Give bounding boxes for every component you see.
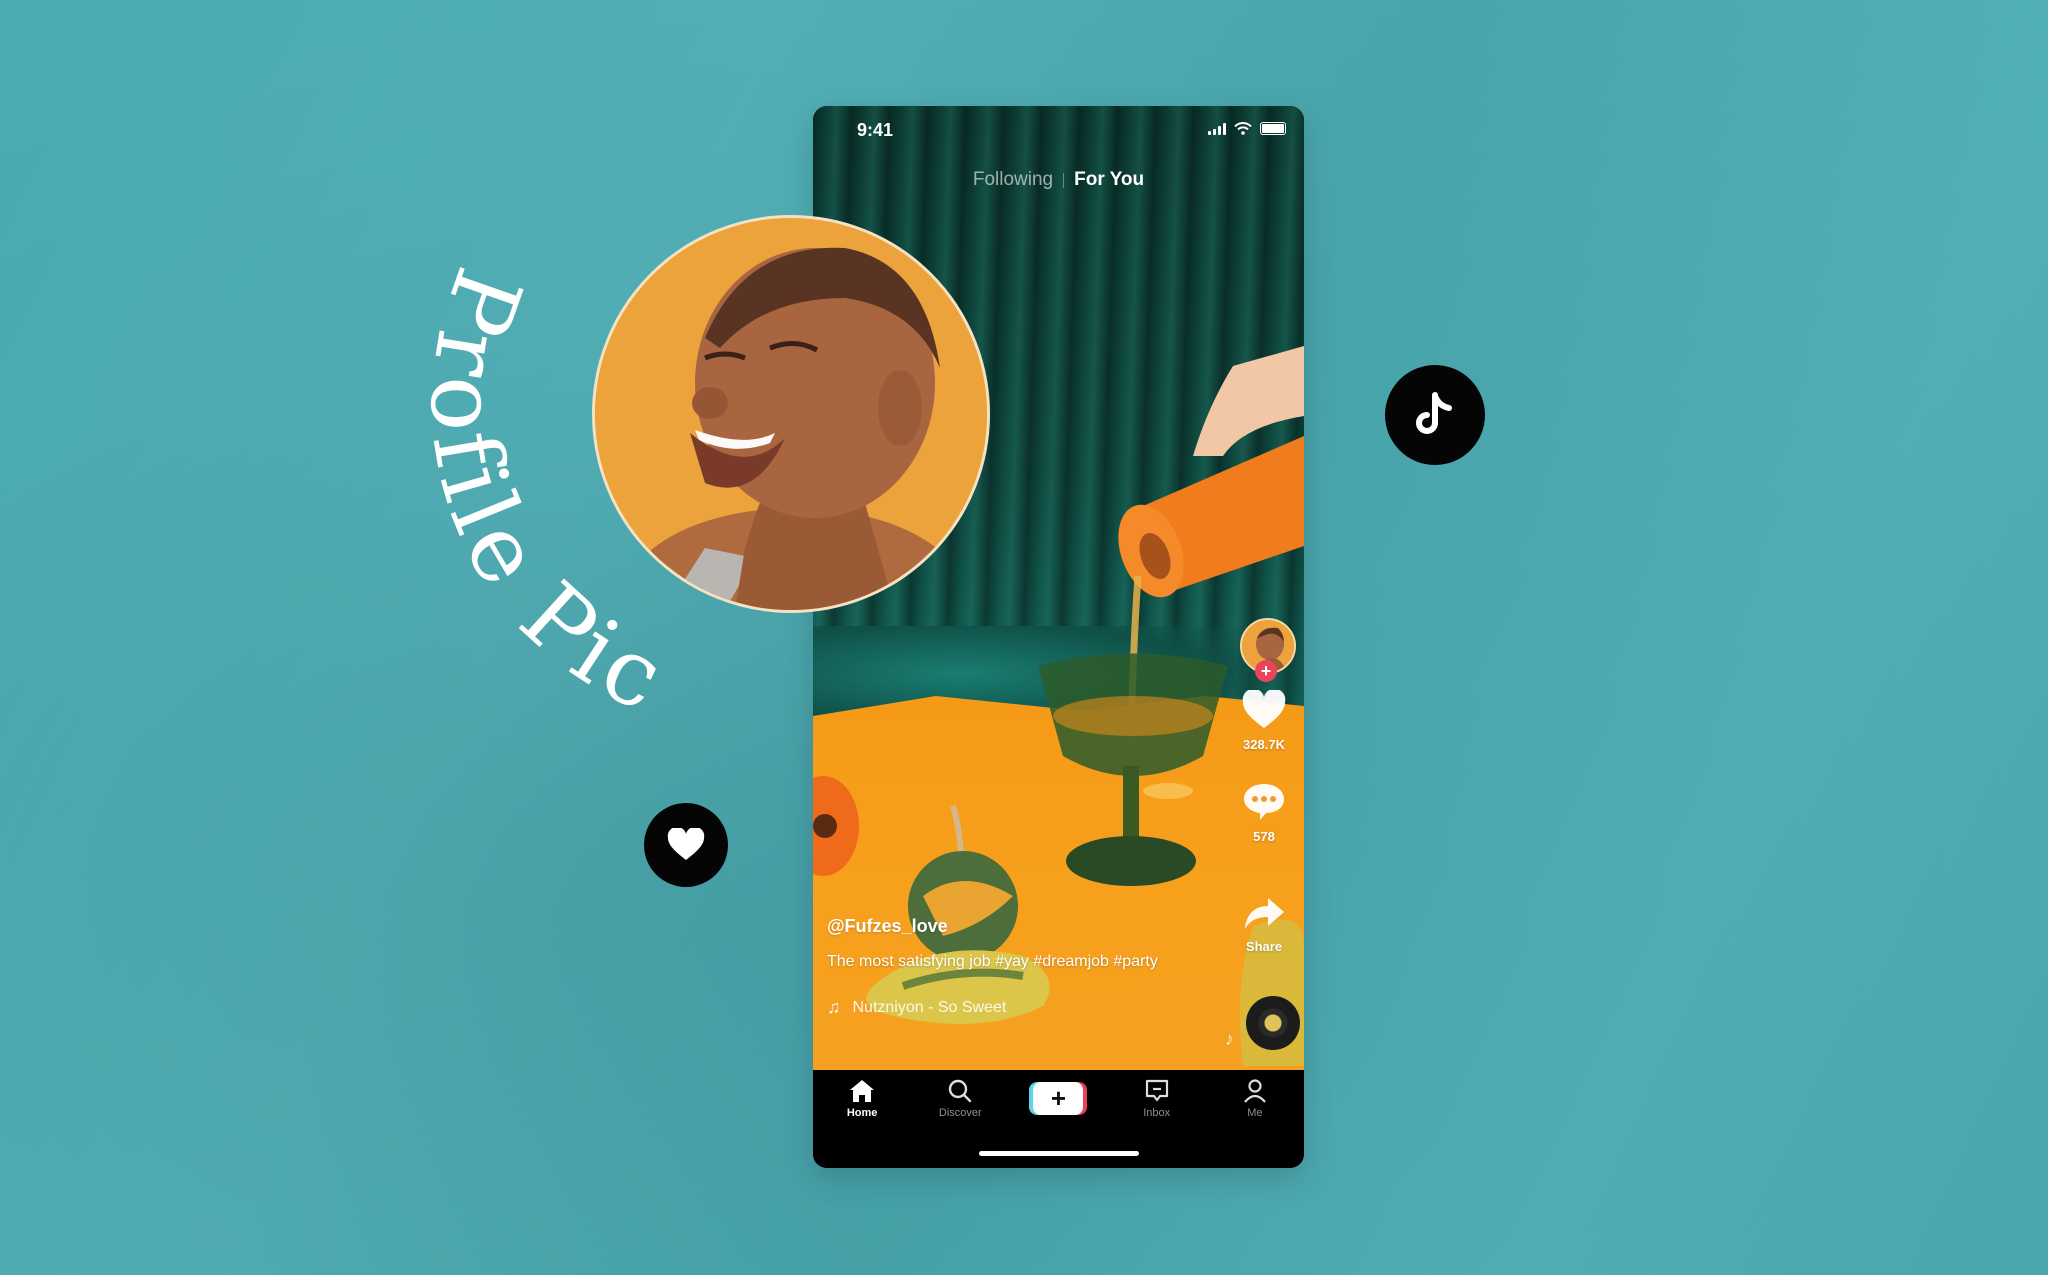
- profile-photo: [595, 218, 987, 610]
- nav-create[interactable]: +: [1018, 1078, 1098, 1119]
- music-disc-icon[interactable]: [1246, 996, 1300, 1050]
- status-time: 9:41: [857, 120, 894, 140]
- search-icon: [949, 1079, 972, 1103]
- video-description: The most satisfying job #yay #dreamjob #…: [827, 953, 1158, 970]
- home-indicator[interactable]: [978, 1151, 1139, 1156]
- creator-username[interactable]: @Fufzes_love: [827, 916, 1207, 937]
- tab-separator: [1063, 172, 1065, 188]
- nav-home[interactable]: Home: [822, 1078, 902, 1119]
- nav-me[interactable]: Me: [1215, 1078, 1295, 1119]
- share-arrow-icon: [1245, 898, 1284, 929]
- heart-badge: [644, 803, 728, 887]
- nav-discover-label: Discover: [938, 1107, 982, 1119]
- inbox-icon: [1145, 1079, 1168, 1102]
- tiktok-logo-badge: [1385, 365, 1485, 465]
- nav-inbox-label: Inbox: [1143, 1107, 1171, 1119]
- nav-home-label: Home: [846, 1107, 878, 1119]
- music-track[interactable]: ♫ Nutzniyon - So Sweet: [827, 997, 1207, 1018]
- floating-music-note-icon: ♪: [1225, 1029, 1234, 1049]
- tiktok-note-icon: [1416, 392, 1452, 434]
- like-button[interactable]: 328.7K: [1224, 688, 1304, 752]
- profile-icon: [1243, 1079, 1266, 1103]
- bottom-navigation: Home Discover + Inbox Me: [813, 1070, 1304, 1168]
- nav-discover[interactable]: Discover: [920, 1078, 1000, 1119]
- create-plus-icon[interactable]: +: [1033, 1082, 1084, 1115]
- video-caption: @Fufzes_love The most satisfying job #ya…: [827, 916, 1207, 1018]
- heart-icon: [667, 828, 705, 860]
- share-button[interactable]: Share: [1224, 896, 1304, 954]
- music-note-icon: ♫: [827, 997, 841, 1017]
- music-title: Nutzniyon - So Sweet: [852, 998, 1007, 1016]
- tab-following[interactable]: Following: [973, 169, 1053, 191]
- plus-icon: +: [1260, 661, 1272, 681]
- follow-button[interactable]: +: [1255, 660, 1277, 682]
- comment-bubble-icon: [1244, 784, 1284, 820]
- nav-inbox[interactable]: Inbox: [1117, 1078, 1197, 1119]
- profile-photo-circle: [592, 215, 990, 613]
- action-column: + 328.7K 578 Share: [1224, 106, 1304, 1168]
- home-icon: [850, 1080, 875, 1102]
- like-count: 328.7K: [1243, 737, 1285, 752]
- comment-button[interactable]: 578: [1224, 782, 1304, 844]
- nav-me-label: Me: [1247, 1107, 1263, 1119]
- cocktail-glass: [1038, 653, 1228, 886]
- pumpkin: [813, 776, 859, 876]
- create-symbol: +: [1050, 1083, 1067, 1113]
- tab-for-you[interactable]: For You: [1074, 169, 1144, 191]
- comment-count: 578: [1253, 829, 1275, 844]
- share-label: Share: [1245, 939, 1283, 954]
- heart-icon: [1242, 688, 1286, 728]
